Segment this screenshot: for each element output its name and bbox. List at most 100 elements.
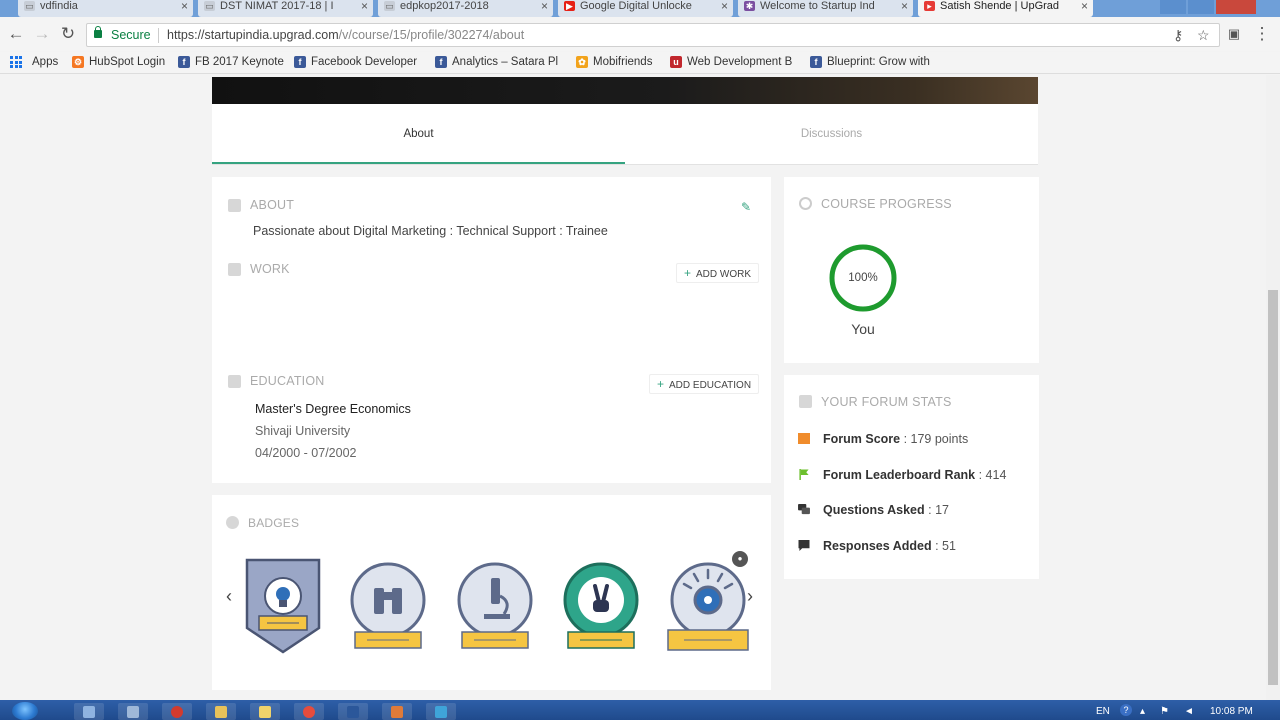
minimize-button[interactable] bbox=[1160, 0, 1186, 14]
response-icon bbox=[798, 540, 810, 551]
add-education-button[interactable]: + ADD EDUCATION bbox=[649, 374, 760, 394]
original-badge[interactable] bbox=[666, 560, 750, 654]
add-work-button[interactable]: + ADD WORK bbox=[676, 263, 760, 283]
plus-icon: + bbox=[657, 377, 665, 391]
taskbar-app[interactable] bbox=[426, 703, 456, 720]
tray-arrow-icon[interactable]: ▴ bbox=[1140, 706, 1145, 717]
taskbar-app[interactable] bbox=[294, 703, 324, 720]
close-icon[interactable]: × bbox=[901, 0, 908, 12]
network-icon bbox=[435, 706, 447, 718]
forward-icon[interactable]: → bbox=[32, 24, 52, 44]
add-work-label: ADD WORK bbox=[696, 269, 752, 280]
taskbar-app[interactable] bbox=[74, 703, 104, 720]
bookmark-label: Facebook Developer bbox=[311, 56, 418, 68]
bookmark-label: Mobifriends bbox=[593, 56, 653, 68]
browser-tab[interactable]: ▭ vdfindia × bbox=[18, 0, 193, 17]
bookmark-label: Apps bbox=[32, 56, 59, 68]
taskbar-app[interactable] bbox=[206, 703, 236, 720]
tab-discussions[interactable]: Discussions bbox=[625, 104, 1038, 164]
star-icon[interactable]: ☆ bbox=[1197, 27, 1210, 44]
taskbar-app[interactable] bbox=[118, 703, 148, 720]
key-icon[interactable]: ⚷ bbox=[1173, 27, 1183, 44]
close-icon[interactable]: × bbox=[541, 0, 548, 12]
browser-tab[interactable]: ✱ Welcome to Startup Ind × bbox=[738, 0, 913, 17]
start-button[interactable] bbox=[12, 702, 38, 720]
bookmark-hubspot[interactable]: ⚙ HubSpot Login bbox=[72, 56, 165, 68]
close-icon[interactable]: × bbox=[361, 0, 368, 12]
inquisitive-badge[interactable] bbox=[456, 562, 534, 652]
bookmark-apps[interactable]: Apps bbox=[15, 56, 58, 68]
url-text[interactable]: https://startupindia.upgrad.com/v/course… bbox=[167, 28, 524, 42]
bookmark-mobifriends[interactable]: ✿ Mobifriends bbox=[576, 56, 652, 68]
scrollbar[interactable] bbox=[1266, 75, 1280, 700]
pencil-icon[interactable]: ✎ bbox=[741, 200, 751, 214]
education-title: EDUCATION bbox=[250, 374, 325, 388]
page-icon: ▭ bbox=[384, 1, 395, 11]
help-icon[interactable]: ? bbox=[1120, 704, 1132, 716]
bookmark-fb-keynote[interactable]: f FB 2017 Keynote bbox=[178, 56, 284, 68]
close-icon[interactable]: × bbox=[721, 0, 728, 12]
facebook-icon: f bbox=[178, 56, 190, 68]
browser-tab[interactable]: ▶ Google Digital Unlocke × bbox=[558, 0, 733, 17]
clock[interactable]: 10:08 PM bbox=[1210, 706, 1253, 717]
maximize-button[interactable] bbox=[1188, 0, 1214, 14]
tab-about[interactable]: About bbox=[212, 104, 625, 164]
page-icon: ▭ bbox=[204, 1, 215, 11]
browser-tab[interactable]: ▭ edpkop2017-2018 × bbox=[378, 0, 553, 17]
opera-icon bbox=[171, 706, 183, 718]
leaderboard-rank-label: Forum Leaderboard Rank bbox=[823, 468, 976, 482]
tab-title: Welcome to Startup Ind bbox=[760, 0, 875, 12]
forum-score-row: Forum Score : 179 points bbox=[823, 432, 968, 446]
speaker-icon[interactable]: ◄ bbox=[1184, 706, 1194, 717]
browser-tab[interactable]: ▭ DST NIMAT 2017-18 | I × bbox=[198, 0, 373, 17]
about-text: Passionate about Digital Marketing : Tec… bbox=[253, 224, 608, 238]
about-title: ABOUT bbox=[250, 198, 295, 212]
web-warrior-badge[interactable] bbox=[562, 562, 640, 652]
questions-asked-row: Questions Asked : 17 bbox=[823, 503, 949, 517]
menu-icon[interactable]: ⋮ bbox=[1252, 24, 1272, 44]
lock-icon: ● bbox=[732, 551, 748, 567]
tab-title: Satish Shende | UpGrad bbox=[940, 0, 1060, 12]
institution-icon bbox=[228, 375, 241, 388]
language-indicator[interactable]: EN bbox=[1096, 706, 1110, 717]
responses-added-row: Responses Added : 51 bbox=[823, 539, 956, 553]
add-education-label: ADD EDUCATION bbox=[669, 380, 752, 391]
taskbar-app[interactable] bbox=[382, 703, 412, 720]
extension-icon[interactable]: ▣ bbox=[1224, 24, 1244, 44]
url-host: https://startupindia.upgrad.com bbox=[167, 28, 339, 42]
progress-user-label: You bbox=[851, 321, 875, 337]
chrome-icon bbox=[303, 706, 315, 718]
tab-title: edpkop2017-2018 bbox=[400, 0, 489, 12]
reload-icon[interactable]: ↻ bbox=[58, 24, 78, 44]
close-icon[interactable]: × bbox=[181, 0, 188, 12]
address-bar[interactable]: Secure https://startupindia.upgrad.com/v… bbox=[86, 23, 1220, 47]
bookmark-analytics[interactable]: f Analytics – Satara Pl bbox=[435, 56, 558, 68]
secure-label: Secure bbox=[111, 28, 151, 42]
youtube-icon: ▶ bbox=[564, 1, 575, 11]
bookmark-label: HubSpot Login bbox=[89, 56, 166, 68]
question-icon bbox=[798, 504, 810, 515]
flag-icon bbox=[799, 469, 809, 480]
profile-tabs: About Discussions bbox=[212, 104, 1038, 165]
taskbar-app[interactable] bbox=[250, 703, 280, 720]
bookmark-label: Analytics – Satara Pl bbox=[452, 56, 559, 68]
bookmark-fb-developer[interactable]: f Facebook Developer bbox=[294, 56, 417, 68]
scrollbar-thumb[interactable] bbox=[1268, 290, 1278, 685]
browser-tab-active[interactable]: ▸ Satish Shende | UpGrad × bbox=[918, 0, 1093, 17]
bookmark-label: FB 2017 Keynote bbox=[195, 56, 284, 68]
curious-badge[interactable] bbox=[349, 562, 427, 652]
progress-section-icon bbox=[799, 197, 812, 210]
close-icon[interactable]: × bbox=[1081, 0, 1088, 12]
app-icon bbox=[83, 706, 95, 718]
bright-ideas-badge[interactable] bbox=[245, 558, 321, 654]
chevron-left-icon[interactable]: ‹ bbox=[226, 586, 232, 607]
window-close-button[interactable] bbox=[1216, 0, 1256, 14]
flag-tray-icon[interactable]: ⚑ bbox=[1160, 706, 1169, 717]
bookmark-blueprint[interactable]: f Blueprint: Grow with bbox=[810, 56, 930, 68]
back-icon[interactable]: ← bbox=[6, 24, 26, 44]
taskbar-app[interactable] bbox=[162, 703, 192, 720]
taskbar-app[interactable] bbox=[338, 703, 368, 720]
badges-title: BADGES bbox=[248, 516, 300, 530]
leaderboard-rank-value: : 414 bbox=[975, 468, 1007, 482]
bookmark-web-dev[interactable]: u Web Development B bbox=[670, 56, 792, 68]
